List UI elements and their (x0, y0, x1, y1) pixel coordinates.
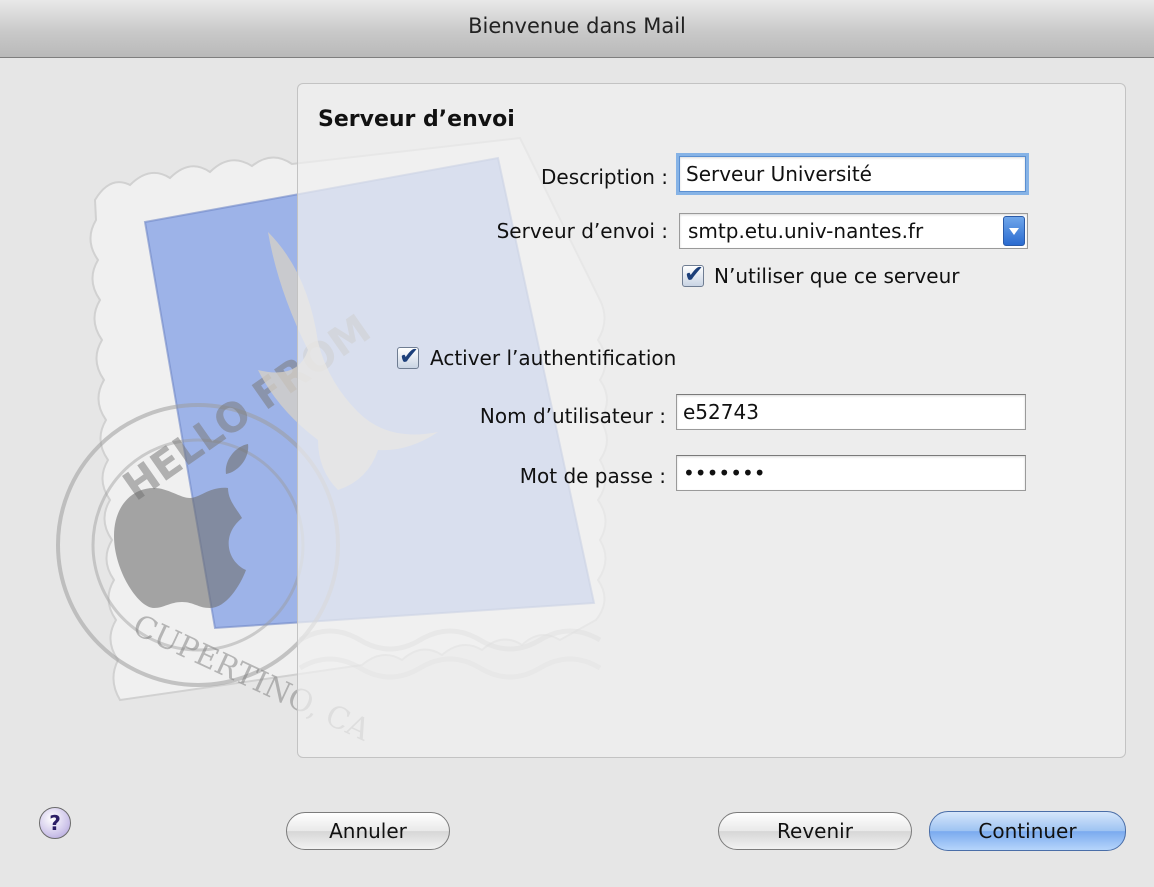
only-this-server-label: N’utiliser que ce serveur (714, 264, 960, 288)
password-label: Mot de passe : (519, 464, 666, 488)
window-titlebar: Bienvenue dans Mail (0, 0, 1154, 58)
chevron-down-icon[interactable] (1003, 216, 1025, 246)
cancel-button[interactable]: Annuler (286, 812, 450, 850)
window-title: Bienvenue dans Mail (468, 14, 686, 38)
username-label: Nom d’utilisateur : (479, 404, 666, 428)
continue-button[interactable]: Continuer (929, 811, 1126, 851)
checkmark-icon: ✔ (399, 342, 420, 370)
outgoing-server-combobox[interactable]: smtp.etu.univ-nantes.fr (679, 213, 1028, 249)
only-this-server-checkbox[interactable]: ✔ (682, 260, 704, 288)
back-button[interactable]: Revenir (718, 812, 912, 850)
username-field[interactable] (676, 394, 1026, 430)
password-field[interactable] (676, 455, 1026, 491)
description-label: Description : (540, 165, 668, 189)
outgoing-server-value: smtp.etu.univ-nantes.fr (688, 219, 924, 243)
description-field[interactable] (679, 156, 1026, 192)
help-button[interactable]: ? (39, 807, 71, 839)
checkmark-icon: ✔ (684, 260, 705, 288)
enable-auth-label: Activer l’authentification (430, 346, 677, 370)
enable-auth-checkbox[interactable]: ✔ (397, 342, 419, 370)
outgoing-server-label: Serveur d’envoi : (496, 219, 668, 243)
section-title: Serveur d’envoi (318, 107, 515, 132)
